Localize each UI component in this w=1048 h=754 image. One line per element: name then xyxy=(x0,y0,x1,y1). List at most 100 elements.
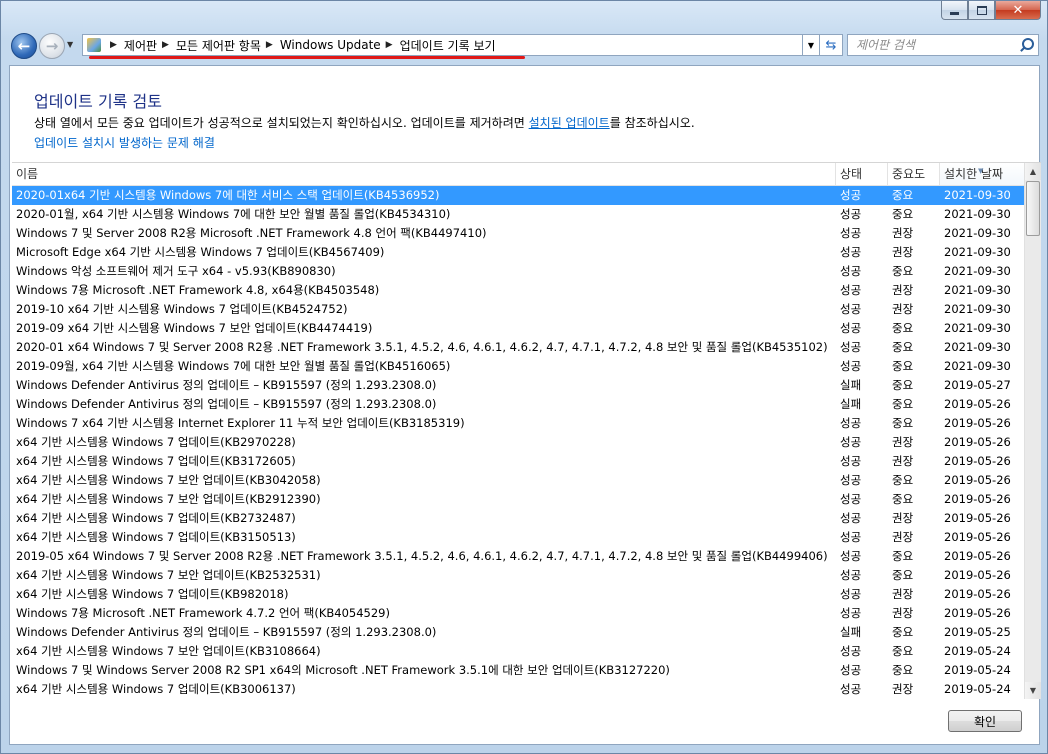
status-cell: 성공 xyxy=(840,283,862,297)
breadcrumb-update-history[interactable]: 업데이트 기록 보기 xyxy=(400,37,496,54)
importance-cell: 중요 xyxy=(892,378,914,392)
forward-button[interactable]: → xyxy=(39,33,65,59)
importance-cell: 중요 xyxy=(892,264,914,278)
install-date-cell: 2021-09-30 xyxy=(944,245,1011,259)
address-dropdown-button[interactable]: ▼ xyxy=(803,34,820,56)
table-row[interactable]: Windows Defender Antivirus 정의 업데이트 – KB9… xyxy=(12,395,1025,414)
breadcrumb-windows-update[interactable]: Windows Update xyxy=(280,38,381,52)
breadcrumb-chevron-icon[interactable]: ▶ xyxy=(386,40,393,50)
column-header-importance[interactable]: 중요도 xyxy=(888,163,940,185)
breadcrumb-chevron-icon[interactable]: ▶ xyxy=(162,40,169,50)
table-row[interactable]: 2019-10 x64 기반 시스템용 Windows 7 업데이트(KB452… xyxy=(12,300,1025,319)
back-button[interactable]: ← xyxy=(11,33,37,59)
update-name-cell: x64 기반 시스템용 Windows 7 보안 업데이트(KB2912390) xyxy=(16,492,321,506)
update-name-cell: Windows Defender Antivirus 정의 업데이트 – KB9… xyxy=(16,397,437,411)
scrollbar-thumb[interactable] xyxy=(1026,181,1040,236)
vertical-scrollbar[interactable]: ▲ ▼ xyxy=(1024,163,1041,699)
status-cell: 성공 xyxy=(840,435,862,449)
table-row[interactable]: x64 기반 시스템용 Windows 7 업데이트(KB3006137) 성공 권… xyxy=(12,680,1025,699)
install-date-cell: 2021-09-30 xyxy=(944,359,1011,373)
table-row[interactable]: x64 기반 시스템용 Windows 7 보안 업데이트(KB2912390)… xyxy=(12,490,1025,509)
table-row[interactable]: Windows 7용 Microsoft .NET Framework 4.8,… xyxy=(12,281,1025,300)
maximize-button[interactable] xyxy=(968,1,995,20)
importance-cell: 중요 xyxy=(892,188,914,202)
table-row[interactable]: x64 기반 시스템용 Windows 7 업데이트(KB3150513) 성공 권… xyxy=(12,528,1025,547)
column-header-status[interactable]: 상태 xyxy=(836,163,888,185)
table-row[interactable]: Windows Defender Antivirus 정의 업데이트 – KB9… xyxy=(12,376,1025,395)
install-date-cell: 2019-05-26 xyxy=(944,511,1011,525)
table-row[interactable]: Windows 악성 소프트웨어 제거 도구 x64 - v5.93(KB890… xyxy=(12,262,1025,281)
table-row[interactable]: x64 기반 시스템용 Windows 7 업데이트(KB3172605) 성공 권… xyxy=(12,452,1025,471)
install-date-cell: 2021-09-30 xyxy=(944,340,1011,354)
table-row[interactable]: x64 기반 시스템용 Windows 7 보안 업데이트(KB3108664)… xyxy=(12,642,1025,661)
table-row[interactable]: Windows 7 x64 기반 시스템용 Internet Explorer … xyxy=(12,414,1025,433)
troubleshoot-link[interactable]: 업데이트 설치시 발생하는 문제 해결 xyxy=(34,134,215,151)
address-bar[interactable]: ▶ 제어판 ▶ 모든 제어판 항목 ▶ Windows Update ▶ 업데이… xyxy=(82,34,803,56)
status-cell: 성공 xyxy=(840,644,862,658)
scroll-up-arrow-icon[interactable]: ▲ xyxy=(1025,163,1041,180)
table-row[interactable]: x64 기반 시스템용 Windows 7 업데이트(KB982018) 성공 권장… xyxy=(12,585,1025,604)
install-date-cell: 2019-05-26 xyxy=(944,606,1011,620)
red-underline-annotation xyxy=(89,56,525,59)
search-icon[interactable] xyxy=(1018,37,1034,53)
table-row[interactable]: x64 기반 시스템용 Windows 7 보안 업데이트(KB3042058)… xyxy=(12,471,1025,490)
update-name-cell: 2020-01 x64 Windows 7 및 Server 2008 R2용 … xyxy=(16,340,828,354)
breadcrumb-control-panel[interactable]: 제어판 xyxy=(124,37,157,54)
table-row[interactable]: 2019-05 x64 Windows 7 및 Server 2008 R2용 … xyxy=(12,547,1025,566)
importance-cell: 권장 xyxy=(892,226,914,240)
scroll-down-arrow-icon[interactable]: ▼ xyxy=(1025,682,1041,699)
status-cell: 성공 xyxy=(840,606,862,620)
search-input[interactable] xyxy=(848,37,1018,53)
update-history-list[interactable]: 이름 상태 중요도 ▼ 설치한 날짜 2020-01x64 기반 시스템용 Wi… xyxy=(12,162,1041,699)
update-name-cell: Windows Defender Antivirus 정의 업데이트 – KB9… xyxy=(16,625,437,639)
update-name-cell: x64 기반 시스템용 Windows 7 업데이트(KB2970228) xyxy=(16,435,296,449)
table-row[interactable]: 2019-09 x64 기반 시스템용 Windows 7 보안 업데이트(KB… xyxy=(12,319,1025,338)
table-row[interactable]: 2020-01x64 기반 시스템용 Windows 7에 대한 서비스 스택 … xyxy=(12,186,1025,205)
install-date-cell: 2021-09-30 xyxy=(944,207,1011,221)
recent-pages-dropdown[interactable]: ▼ xyxy=(67,40,77,50)
status-cell: 성공 xyxy=(840,416,862,430)
status-cell: 성공 xyxy=(840,663,862,677)
table-row[interactable]: 2019-09월, x64 기반 시스템용 Windows 7에 대한 보안 월… xyxy=(12,357,1025,376)
table-row[interactable]: x64 기반 시스템용 Windows 7 보안 업데이트(KB2532531)… xyxy=(12,566,1025,585)
breadcrumb-chevron-icon[interactable]: ▶ xyxy=(110,40,117,50)
table-row[interactable]: 2020-01 x64 Windows 7 및 Server 2008 R2용 … xyxy=(12,338,1025,357)
update-name-cell: Windows 7 및 Server 2008 R2용 Microsoft .N… xyxy=(16,226,487,240)
install-date-cell: 2021-09-30 xyxy=(944,283,1011,297)
importance-cell: 중요 xyxy=(892,644,914,658)
table-row[interactable]: x64 기반 시스템용 Windows 7 업데이트(KB2732487) 성공 권… xyxy=(12,509,1025,528)
update-name-cell: x64 기반 시스템용 Windows 7 보안 업데이트(KB3108664) xyxy=(16,644,321,658)
close-button[interactable]: ✕ xyxy=(995,1,1041,20)
table-row[interactable]: Windows 7 및 Windows Server 2008 R2 SP1 x… xyxy=(12,661,1025,680)
table-row[interactable]: Windows 7 및 Server 2008 R2용 Microsoft .N… xyxy=(12,224,1025,243)
breadcrumb-chevron-icon[interactable]: ▶ xyxy=(266,40,273,50)
update-name-cell: Windows 7용 Microsoft .NET Framework 4.8,… xyxy=(16,283,380,297)
column-header-name[interactable]: 이름 xyxy=(12,163,836,185)
table-row[interactable]: x64 기반 시스템용 Windows 7 업데이트(KB2970228) 성공 권… xyxy=(12,433,1025,452)
status-cell: 성공 xyxy=(840,587,862,601)
install-date-cell: 2019-05-27 xyxy=(944,378,1011,392)
update-name-cell: Windows Defender Antivirus 정의 업데이트 – KB9… xyxy=(16,378,437,392)
update-name-cell: x64 기반 시스템용 Windows 7 보안 업데이트(KB2532531) xyxy=(16,568,321,582)
install-date-cell: 2019-05-24 xyxy=(944,682,1011,696)
table-row[interactable]: Windows Defender Antivirus 정의 업데이트 – KB9… xyxy=(12,623,1025,642)
table-row[interactable]: Microsoft Edge x64 기반 시스템용 Windows 7 업데이… xyxy=(12,243,1025,262)
ok-button[interactable]: 확인 xyxy=(948,710,1022,732)
table-row[interactable]: Windows 7용 Microsoft .NET Framework 4.7.… xyxy=(12,604,1025,623)
breadcrumb-all-items[interactable]: 모든 제어판 항목 xyxy=(176,37,261,54)
install-date-cell: 2019-05-26 xyxy=(944,568,1011,582)
update-name-cell: Windows 7 및 Windows Server 2008 R2 SP1 x… xyxy=(16,663,670,677)
importance-cell: 권장 xyxy=(892,511,914,525)
install-date-cell: 2019-05-26 xyxy=(944,397,1011,411)
installed-updates-link[interactable]: 설치된 업데이트 xyxy=(529,116,610,130)
column-header-date-label: 설치한 날짜 xyxy=(944,167,1004,181)
table-row[interactable]: 2020-01월, x64 기반 시스템용 Windows 7에 대한 보안 월… xyxy=(12,205,1025,224)
status-cell: 성공 xyxy=(840,530,862,544)
refresh-button[interactable]: ⇆ xyxy=(819,34,843,56)
column-header-date[interactable]: ▼ 설치한 날짜 xyxy=(940,163,1025,185)
status-cell: 실패 xyxy=(840,625,862,639)
install-date-cell: 2021-09-30 xyxy=(944,321,1011,335)
minimize-button[interactable] xyxy=(941,1,968,20)
importance-cell: 중요 xyxy=(892,340,914,354)
search-box[interactable] xyxy=(847,34,1039,56)
